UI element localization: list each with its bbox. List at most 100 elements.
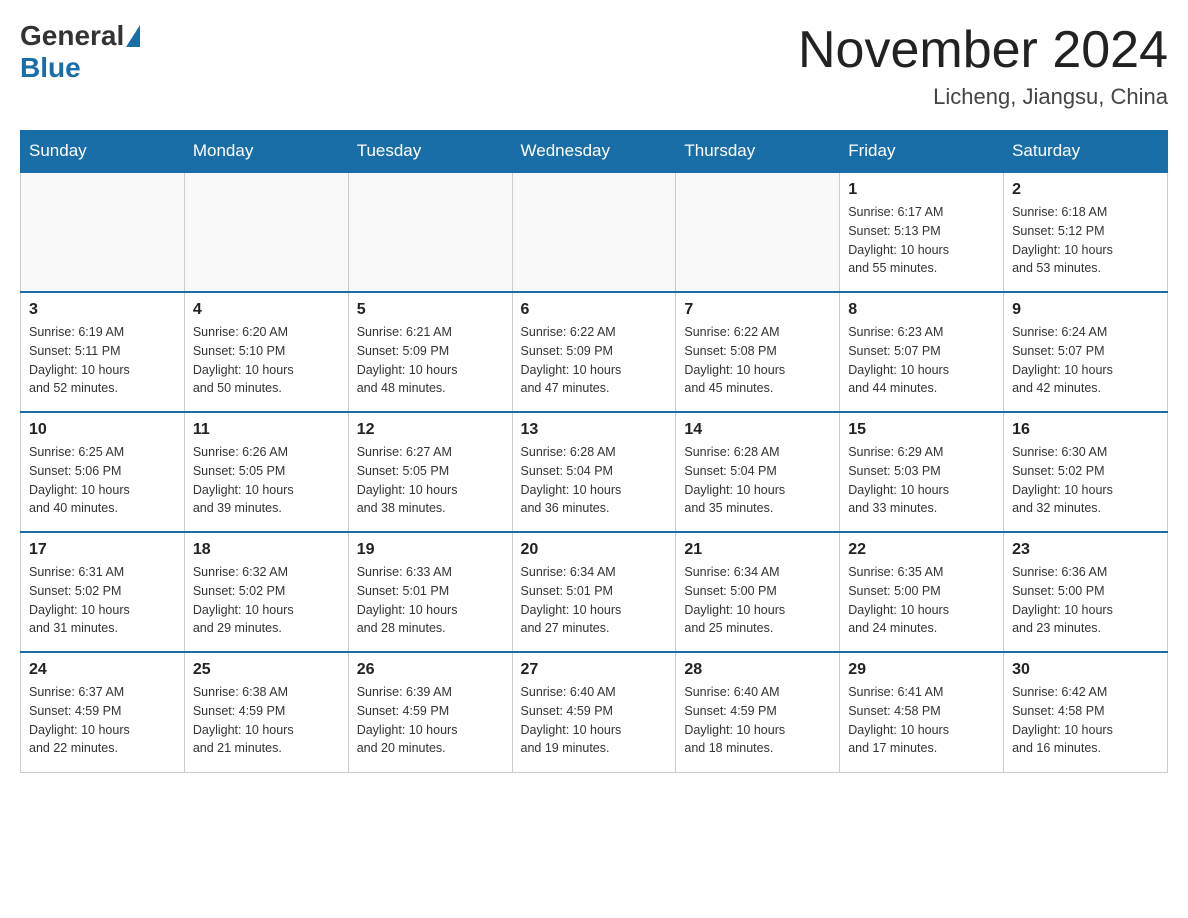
sun-info: Sunrise: 6:26 AM Sunset: 5:05 PM Dayligh… <box>193 443 340 518</box>
calendar-header-row: SundayMondayTuesdayWednesdayThursdayFrid… <box>21 131 1168 173</box>
day-header-tuesday: Tuesday <box>348 131 512 173</box>
day-number: 28 <box>684 661 831 679</box>
day-number: 2 <box>1012 181 1159 199</box>
logo: General Blue <box>20 20 142 84</box>
calendar-cell: 29 Sunrise: 6:41 AM Sunset: 4:58 PM Dayli… <box>840 652 1004 772</box>
calendar-cell: 6Sunrise: 6:22 AM Sunset: 5:09 PM Daylig… <box>512 292 676 412</box>
sun-info: Sunrise: 6:42 AM Sunset: 4:58 PM Dayligh… <box>1012 683 1159 758</box>
calendar-cell: 19Sunrise: 6:33 AM Sunset: 5:01 PM Dayli… <box>348 532 512 652</box>
sun-info: Sunrise: 6:34 AM Sunset: 5:01 PM Dayligh… <box>521 563 668 638</box>
calendar-cell: 13Sunrise: 6:28 AM Sunset: 5:04 PM Dayli… <box>512 412 676 532</box>
sun-info: Sunrise: 6:22 AM Sunset: 5:09 PM Dayligh… <box>521 323 668 398</box>
day-number: 7 <box>684 301 831 319</box>
calendar-cell: 21 Sunrise: 6:34 AM Sunset: 5:00 PM Dayli… <box>676 532 840 652</box>
sun-info: Sunrise: 6:32 AM Sunset: 5:02 PM Dayligh… <box>193 563 340 638</box>
calendar-cell: 18Sunrise: 6:32 AM Sunset: 5:02 PM Dayli… <box>184 532 348 652</box>
day-number: 13 <box>521 421 668 439</box>
sun-info: Sunrise: 6:25 AM Sunset: 5:06 PM Dayligh… <box>29 443 176 518</box>
sun-info: Sunrise: 6:39 AM Sunset: 4:59 PM Dayligh… <box>357 683 504 758</box>
day-number: 4 <box>193 301 340 319</box>
day-header-saturday: Saturday <box>1004 131 1168 173</box>
location-text: Licheng, Jiangsu, China <box>798 84 1168 110</box>
calendar-cell: 26 Sunrise: 6:39 AM Sunset: 4:59 PM Dayli… <box>348 652 512 772</box>
day-number: 21 <box>684 541 831 559</box>
calendar-cell: 16 Sunrise: 6:30 AM Sunset: 5:02 PM Dayli… <box>1004 412 1168 532</box>
calendar-cell: 20Sunrise: 6:34 AM Sunset: 5:01 PM Dayli… <box>512 532 676 652</box>
day-number: 30 <box>1012 661 1159 679</box>
sun-info: Sunrise: 6:40 AM Sunset: 4:59 PM Dayligh… <box>521 683 668 758</box>
day-number: 15 <box>848 421 995 439</box>
week-row-4: 17 Sunrise: 6:31 AM Sunset: 5:02 PM Dayli… <box>21 532 1168 652</box>
calendar-table: SundayMondayTuesdayWednesdayThursdayFrid… <box>20 130 1168 773</box>
calendar-cell: 2 Sunrise: 6:18 AM Sunset: 5:12 PM Daylig… <box>1004 172 1168 292</box>
day-number: 24 <box>29 661 176 679</box>
sun-info: Sunrise: 6:18 AM Sunset: 5:12 PM Dayligh… <box>1012 203 1159 278</box>
calendar-cell: 24 Sunrise: 6:37 AM Sunset: 4:59 PM Dayli… <box>21 652 185 772</box>
calendar-cell: 8 Sunrise: 6:23 AM Sunset: 5:07 PM Daylig… <box>840 292 1004 412</box>
day-header-monday: Monday <box>184 131 348 173</box>
calendar-cell: 7Sunrise: 6:22 AM Sunset: 5:08 PM Daylig… <box>676 292 840 412</box>
sun-info: Sunrise: 6:30 AM Sunset: 5:02 PM Dayligh… <box>1012 443 1159 518</box>
day-number: 23 <box>1012 541 1159 559</box>
sun-info: Sunrise: 6:27 AM Sunset: 5:05 PM Dayligh… <box>357 443 504 518</box>
sun-info: Sunrise: 6:24 AM Sunset: 5:07 PM Dayligh… <box>1012 323 1159 398</box>
week-row-1: 1 Sunrise: 6:17 AM Sunset: 5:13 PM Daylig… <box>21 172 1168 292</box>
day-number: 10 <box>29 421 176 439</box>
sun-info: Sunrise: 6:35 AM Sunset: 5:00 PM Dayligh… <box>848 563 995 638</box>
day-number: 5 <box>357 301 504 319</box>
day-number: 26 <box>357 661 504 679</box>
calendar-cell: 17 Sunrise: 6:31 AM Sunset: 5:02 PM Dayli… <box>21 532 185 652</box>
day-number: 25 <box>193 661 340 679</box>
week-row-2: 3 Sunrise: 6:19 AM Sunset: 5:11 PM Daylig… <box>21 292 1168 412</box>
calendar-cell: 9 Sunrise: 6:24 AM Sunset: 5:07 PM Daylig… <box>1004 292 1168 412</box>
day-number: 8 <box>848 301 995 319</box>
day-number: 17 <box>29 541 176 559</box>
calendar-cell <box>184 172 348 292</box>
page-header: General Blue November 2024 Licheng, Jian… <box>20 20 1168 110</box>
calendar-cell: 14Sunrise: 6:28 AM Sunset: 5:04 PM Dayli… <box>676 412 840 532</box>
day-header-sunday: Sunday <box>21 131 185 173</box>
day-number: 19 <box>357 541 504 559</box>
day-number: 1 <box>848 181 995 199</box>
calendar-cell: 22Sunrise: 6:35 AM Sunset: 5:00 PM Dayli… <box>840 532 1004 652</box>
sun-info: Sunrise: 6:37 AM Sunset: 4:59 PM Dayligh… <box>29 683 176 758</box>
calendar-cell: 1 Sunrise: 6:17 AM Sunset: 5:13 PM Daylig… <box>840 172 1004 292</box>
calendar-cell: 30 Sunrise: 6:42 AM Sunset: 4:58 PM Dayli… <box>1004 652 1168 772</box>
sun-info: Sunrise: 6:19 AM Sunset: 5:11 PM Dayligh… <box>29 323 176 398</box>
day-header-friday: Friday <box>840 131 1004 173</box>
calendar-cell: 27 Sunrise: 6:40 AM Sunset: 4:59 PM Dayli… <box>512 652 676 772</box>
calendar-cell <box>676 172 840 292</box>
sun-info: Sunrise: 6:17 AM Sunset: 5:13 PM Dayligh… <box>848 203 995 278</box>
calendar-cell: 28 Sunrise: 6:40 AM Sunset: 4:59 PM Dayli… <box>676 652 840 772</box>
calendar-cell: 15 Sunrise: 6:29 AM Sunset: 5:03 PM Dayli… <box>840 412 1004 532</box>
calendar-cell <box>21 172 185 292</box>
day-number: 27 <box>521 661 668 679</box>
sun-info: Sunrise: 6:36 AM Sunset: 5:00 PM Dayligh… <box>1012 563 1159 638</box>
sun-info: Sunrise: 6:29 AM Sunset: 5:03 PM Dayligh… <box>848 443 995 518</box>
day-number: 9 <box>1012 301 1159 319</box>
sun-info: Sunrise: 6:31 AM Sunset: 5:02 PM Dayligh… <box>29 563 176 638</box>
day-header-thursday: Thursday <box>676 131 840 173</box>
day-header-wednesday: Wednesday <box>512 131 676 173</box>
logo-triangle-icon <box>126 25 140 47</box>
sun-info: Sunrise: 6:41 AM Sunset: 4:58 PM Dayligh… <box>848 683 995 758</box>
calendar-cell <box>512 172 676 292</box>
week-row-3: 10 Sunrise: 6:25 AM Sunset: 5:06 PM Dayli… <box>21 412 1168 532</box>
logo-general-text: General <box>20 20 124 52</box>
day-number: 16 <box>1012 421 1159 439</box>
sun-info: Sunrise: 6:23 AM Sunset: 5:07 PM Dayligh… <box>848 323 995 398</box>
month-title: November 2024 <box>798 20 1168 80</box>
day-number: 12 <box>357 421 504 439</box>
calendar-cell: 3 Sunrise: 6:19 AM Sunset: 5:11 PM Daylig… <box>21 292 185 412</box>
sun-info: Sunrise: 6:40 AM Sunset: 4:59 PM Dayligh… <box>684 683 831 758</box>
sun-info: Sunrise: 6:21 AM Sunset: 5:09 PM Dayligh… <box>357 323 504 398</box>
day-number: 29 <box>848 661 995 679</box>
day-number: 3 <box>29 301 176 319</box>
sun-info: Sunrise: 6:34 AM Sunset: 5:00 PM Dayligh… <box>684 563 831 638</box>
calendar-cell: 12 Sunrise: 6:27 AM Sunset: 5:05 PM Dayli… <box>348 412 512 532</box>
calendar-cell: 25Sunrise: 6:38 AM Sunset: 4:59 PM Dayli… <box>184 652 348 772</box>
calendar-cell: 5 Sunrise: 6:21 AM Sunset: 5:09 PM Daylig… <box>348 292 512 412</box>
day-number: 11 <box>193 421 340 439</box>
calendar-cell: 11 Sunrise: 6:26 AM Sunset: 5:05 PM Dayli… <box>184 412 348 532</box>
title-section: November 2024 Licheng, Jiangsu, China <box>798 20 1168 110</box>
